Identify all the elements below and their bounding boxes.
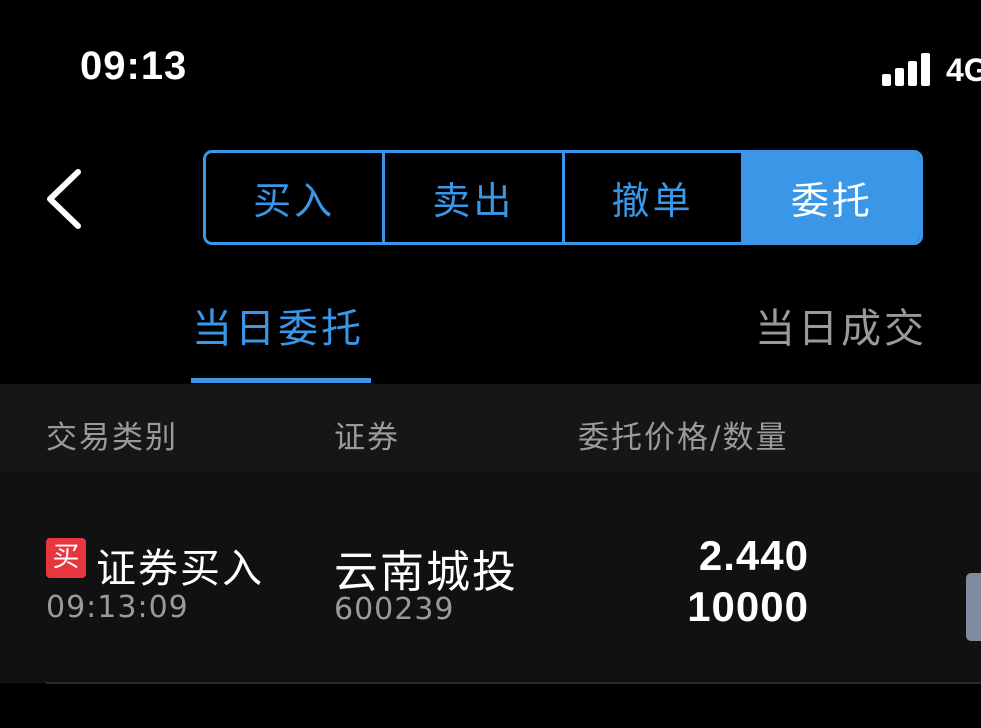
subtab-today-deals[interactable]: 当日成交 xyxy=(755,296,927,354)
trade-type-label: 证券买入 xyxy=(96,546,264,592)
buy-badge: 买 xyxy=(46,538,86,578)
trade-segmented-control: 买入 卖出 撤单 委托 xyxy=(203,150,923,245)
order-quantity: 10000 xyxy=(687,583,809,630)
subtab-today-orders[interactable]: 当日委托 xyxy=(192,296,364,354)
security-code: 600239 xyxy=(334,592,455,627)
header-security: 证券 xyxy=(334,420,400,456)
chevron-left-icon xyxy=(47,169,81,229)
signal-strength-icon xyxy=(882,52,936,86)
row-divider xyxy=(46,682,981,684)
tab-orders[interactable]: 委托 xyxy=(743,153,920,242)
app-screen: 09:13 4G 买入 卖出 撤单 委托 当日委托 当日成交 交易类别 证券 委… xyxy=(0,0,981,728)
status-time: 09:13 xyxy=(80,44,188,88)
order-time: 09:13:09 xyxy=(46,590,189,625)
security-name: 云南城投 xyxy=(334,547,518,598)
tab-cancel-order[interactable]: 撤单 xyxy=(565,153,744,242)
row-action-button[interactable] xyxy=(966,573,981,641)
network-type: 4G xyxy=(946,52,981,88)
back-button[interactable] xyxy=(38,164,94,234)
header-trade-type: 交易类别 xyxy=(46,420,178,456)
active-subtab-indicator xyxy=(191,378,371,383)
order-price: 2.440 xyxy=(698,532,809,579)
table-header: 交易类别 证券 委托价格/数量 xyxy=(0,384,981,473)
header-price-quantity: 委托价格/数量 xyxy=(578,420,789,456)
tab-sell[interactable]: 卖出 xyxy=(385,153,565,242)
tab-buy[interactable]: 买入 xyxy=(206,153,386,242)
